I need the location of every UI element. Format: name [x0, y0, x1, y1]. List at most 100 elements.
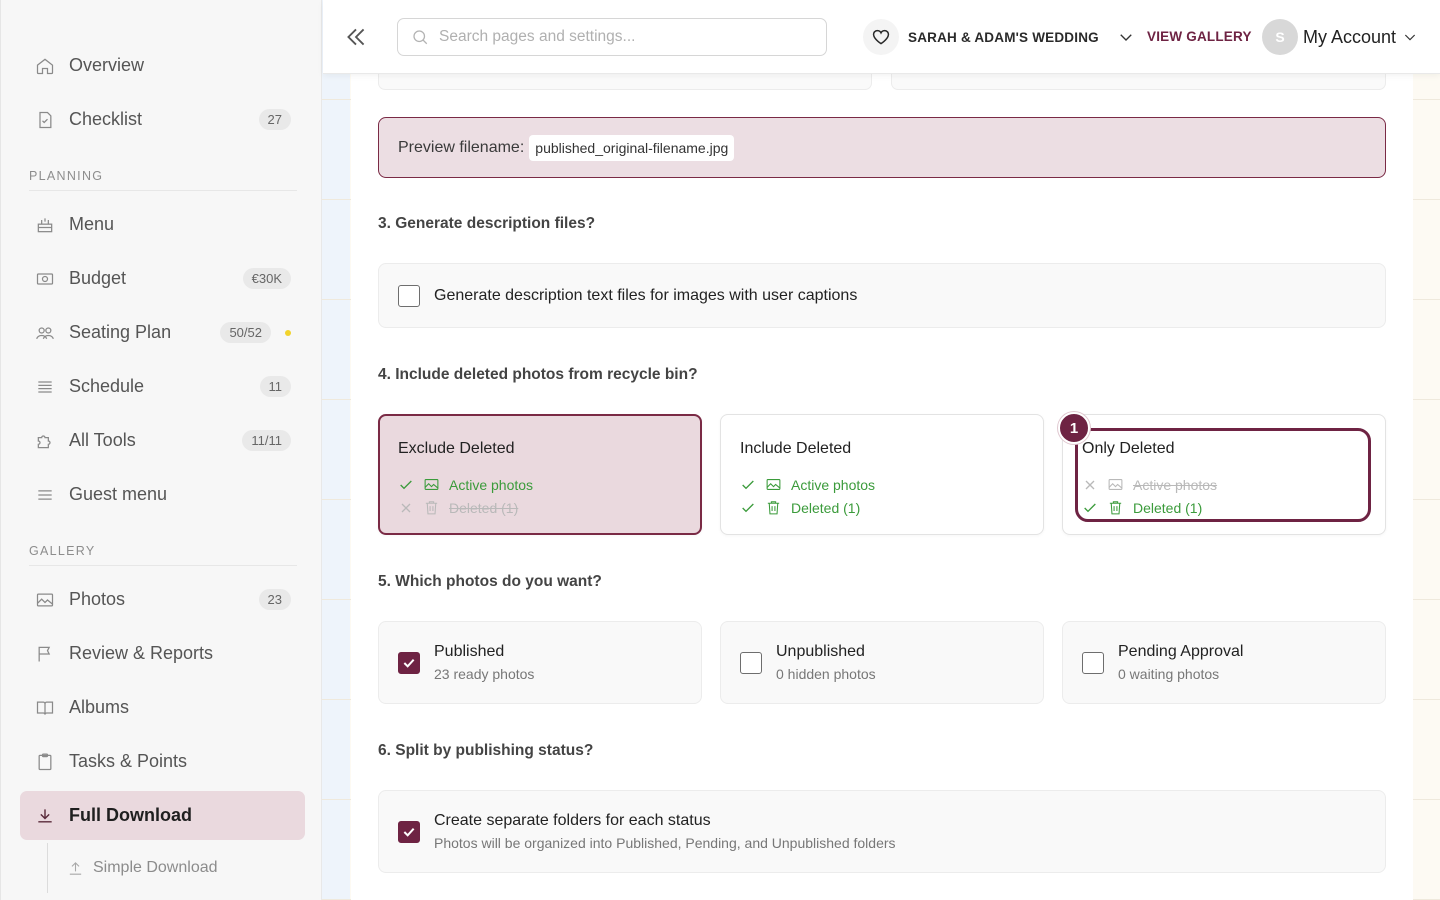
home-icon — [34, 55, 56, 77]
collapse-sidebar-button[interactable] — [343, 24, 369, 50]
option-sub: 23 ready photos — [434, 666, 535, 682]
sidebar-item-overview[interactable]: Overview — [20, 41, 305, 90]
image-icon — [424, 479, 439, 490]
sidebar-subitem-label: Simple Download — [93, 859, 218, 876]
sidebar-subitem-simple-download[interactable]: Simple Download — [47, 843, 287, 893]
check-icon — [403, 658, 415, 668]
x-icon — [401, 503, 411, 512]
unpublished-option[interactable]: Unpublished 0 hidden photos — [720, 621, 1044, 704]
event-selector[interactable]: SARAH & ADAM'S WEDDING — [908, 28, 1135, 46]
sidebar-item-all-tools[interactable]: All Tools 11/11 — [20, 416, 305, 465]
download-icon — [34, 805, 56, 827]
check-icon — [742, 480, 754, 489]
status-dot — [285, 329, 291, 336]
sidebar: Overview Checklist 27 PLANNING Menu Budg… — [0, 0, 322, 900]
sidebar-item-budget[interactable]: Budget €30K — [20, 254, 305, 303]
question-title: 6. Split by publishing status? — [378, 742, 594, 759]
avatar: S — [1262, 19, 1298, 55]
money-icon — [34, 268, 56, 290]
count-badge: 23 — [258, 589, 291, 610]
option-label: Published — [434, 643, 505, 660]
split-folders-option[interactable]: Create separate folders for each status … — [378, 790, 1386, 873]
check-icon — [400, 480, 412, 489]
option-label: Create separate folders for each status — [434, 812, 711, 829]
search-input[interactable] — [439, 28, 809, 46]
unpublished-checkbox[interactable] — [740, 651, 762, 674]
heart-icon — [872, 29, 890, 45]
checklist-icon — [34, 109, 56, 131]
pending-approval-checkbox[interactable] — [1082, 651, 1104, 674]
sidebar-item-photos[interactable]: Photos 23 — [20, 575, 305, 624]
event-heart-button[interactable] — [863, 19, 899, 55]
split-folders-checkbox[interactable] — [398, 820, 420, 843]
sidebar-item-seating-plan[interactable]: Seating Plan 50/52 — [20, 308, 305, 357]
question-title: 5. Which photos do you want? — [378, 573, 602, 590]
sidebar-item-label: All Tools — [69, 430, 136, 450]
sidebar-item-tasks-points[interactable]: Tasks & Points — [20, 737, 305, 786]
image-icon — [1108, 479, 1123, 490]
sidebar-item-full-download[interactable]: Full Download — [20, 791, 305, 840]
card-title: Include Deleted — [740, 440, 852, 457]
image-icon — [34, 589, 56, 611]
deleted-photos-line: Deleted (1) — [740, 499, 860, 516]
list-icon — [34, 376, 56, 398]
option-sub: 0 waiting photos — [1118, 666, 1220, 682]
count-badge: 50/52 — [220, 322, 271, 343]
trash-icon — [767, 501, 780, 515]
active-photos-line: Active photos — [1082, 476, 1217, 493]
flag-icon — [34, 643, 56, 665]
active-photos-label: Active photos — [449, 476, 534, 493]
search-bar[interactable] — [397, 18, 827, 56]
count-badge: 11 — [259, 376, 291, 397]
check-icon — [1084, 503, 1096, 512]
main-panel: Preview filename: published_original-fil… — [351, 0, 1413, 900]
option-label: Pending Approval — [1118, 643, 1244, 660]
sidebar-item-review-reports[interactable]: Review & Reports — [20, 629, 305, 678]
sidebar-item-label: Menu — [69, 214, 115, 234]
trash-icon — [425, 501, 438, 515]
sidebar-item-menu[interactable]: Menu — [20, 200, 305, 249]
sidebar-item-label: Checklist — [69, 109, 143, 129]
description-files-checkbox[interactable] — [398, 284, 420, 307]
book-icon — [34, 697, 56, 719]
pending-approval-option[interactable]: Pending Approval 0 waiting photos — [1062, 621, 1386, 704]
search-icon — [413, 30, 428, 45]
sidebar-item-label: Budget — [69, 268, 127, 288]
deleted-photos-label: Deleted (1) — [449, 499, 519, 516]
preview-filename-value: published_original-filename.jpg — [529, 134, 735, 161]
active-photos-label: Active photos — [791, 476, 876, 493]
image-icon — [766, 479, 781, 490]
section-title-planning: PLANNING — [29, 169, 297, 191]
exclude-deleted-card[interactable]: Exclude Deleted Active photos Deleted (1… — [378, 414, 702, 535]
sidebar-item-schedule[interactable]: Schedule 11 — [20, 362, 305, 411]
published-checkbox[interactable] — [398, 651, 420, 674]
chevron-down-icon — [1120, 34, 1132, 41]
sidebar-item-guest-menu[interactable]: Guest menu — [20, 470, 305, 519]
check-icon — [403, 827, 415, 837]
sidebar-item-label: Full Download — [69, 805, 192, 825]
view-gallery-link[interactable]: VIEW GALLERY — [1147, 29, 1252, 44]
trash-icon — [1109, 501, 1122, 515]
sidebar-item-albums[interactable]: Albums — [20, 683, 305, 732]
double-chevron-left-icon — [347, 28, 365, 46]
check-icon — [742, 503, 754, 512]
account-menu[interactable]: S My Account — [1262, 19, 1418, 55]
description-files-option[interactable]: Generate description text files for imag… — [378, 263, 1386, 328]
previous-card-edge — [891, 74, 1386, 90]
option-label: Generate description text files for imag… — [434, 286, 858, 304]
question-title: 4. Include deleted photos from recycle b… — [378, 366, 698, 383]
count-badge: 27 — [258, 109, 291, 130]
active-photos-label: Active photos — [1133, 476, 1218, 493]
sidebar-item-label: Overview — [69, 55, 145, 75]
include-deleted-card[interactable]: Include Deleted Active photos Deleted (1… — [720, 414, 1044, 535]
chevron-down-icon — [1404, 34, 1416, 41]
only-deleted-card[interactable]: Only Deleted Active photos Deleted (1) — [1062, 414, 1386, 535]
deleted-photos-label: Deleted (1) — [791, 499, 861, 516]
previous-card-edge — [378, 74, 872, 90]
puzzle-icon — [34, 430, 56, 452]
sidebar-item-checklist[interactable]: Checklist 27 — [20, 95, 305, 144]
section-title-gallery: GALLERY — [29, 544, 297, 566]
published-option[interactable]: Published 23 ready photos — [378, 621, 702, 704]
active-photos-line: Active photos — [398, 476, 533, 493]
cake-icon — [34, 214, 56, 236]
